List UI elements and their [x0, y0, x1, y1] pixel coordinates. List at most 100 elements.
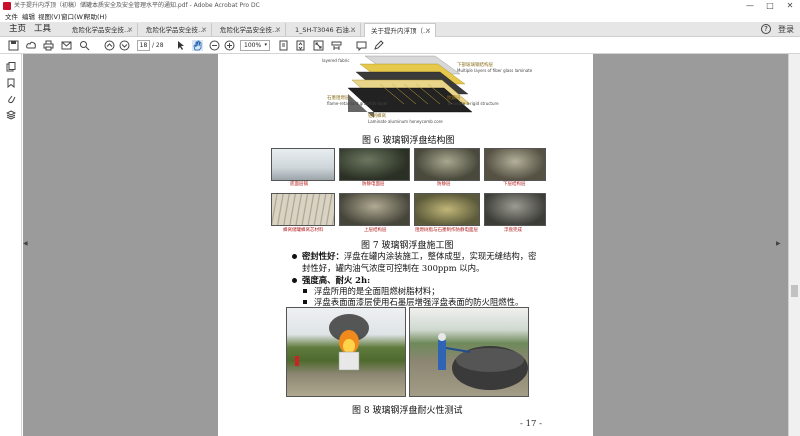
figure-8-caption: 图 8 玻璃钢浮盘耐火性测试	[352, 406, 463, 416]
construction-photo	[339, 193, 410, 226]
menu-window[interactable]: 窗口(W)	[61, 12, 86, 22]
tab-bar: 主页 工具 危险化学品安全技… ✕ 危险化学品安全技… ✕ 危险化学品安全技… ✕ 1…	[0, 22, 800, 37]
construction-photo	[484, 148, 546, 181]
structure-label: Multiple layers of fiber glass laminate	[457, 68, 533, 73]
navigation-panel	[0, 54, 22, 436]
bullet-text: 密封性好：浮盘在罐内涂装施工，整体成型，实现无缝结构，密	[302, 250, 537, 262]
tab-home[interactable]: 主页	[9, 22, 26, 37]
cloud-upload-icon[interactable]	[26, 40, 37, 51]
fire-test-illustration	[438, 333, 528, 390]
structure-label: To create a rigid structure	[447, 101, 499, 106]
doc-tab[interactable]: 危险化学品安全技… ✕	[66, 23, 138, 37]
doc-tab-label: 关于提升内浮顶（…	[371, 27, 430, 35]
toolbar: 18 / 28 100% ▾	[0, 37, 800, 54]
layers-icon[interactable]	[6, 110, 16, 120]
close-tab-icon[interactable]: ✕	[127, 23, 133, 37]
signin-link[interactable]: 登录	[778, 22, 794, 37]
photo-caption: 底面层铺	[290, 182, 308, 187]
menu-view[interactable]: 视图(V)	[38, 12, 61, 22]
page-number: - 17 -	[520, 419, 542, 429]
scroll-mode-icon[interactable]	[295, 40, 306, 51]
figure-6-caption: 图 6 玻璃钢浮盘结构图	[362, 136, 455, 146]
bullet-heading: 密封性好：	[302, 251, 344, 261]
vertical-scrollbar[interactable]	[788, 54, 800, 436]
zoom-out-icon[interactable]	[209, 40, 220, 51]
chevron-down-icon: ▾	[264, 42, 267, 48]
bullet-icon	[292, 278, 297, 283]
photo-caption: 阻燃树脂与石墨制作防静电面层	[415, 228, 478, 233]
structure-label: Laminate aluminum honeycomb core	[368, 119, 443, 124]
photo-caption: 下层结构层	[503, 182, 526, 187]
close-tab-icon[interactable]: ✕	[425, 24, 431, 37]
photo-caption: 防静层	[437, 182, 451, 187]
save-icon[interactable]	[8, 40, 19, 51]
page-count: / 28	[152, 42, 164, 49]
tab-tools[interactable]: 工具	[34, 22, 51, 37]
square-bullet-icon	[303, 289, 307, 293]
doc-tab[interactable]: 1_SH-T3046 石油… ✕	[289, 23, 361, 37]
bullet-icon	[292, 254, 297, 259]
construction-photo	[271, 148, 335, 181]
construction-photo	[339, 148, 410, 181]
doc-tab-label: 危险化学品安全技…	[146, 26, 205, 34]
close-window-button[interactable]: ✕	[780, 0, 800, 12]
menu-edit[interactable]: 编辑	[22, 12, 35, 22]
scrollbar-thumb[interactable]	[791, 285, 798, 297]
structure-label: layered fabric	[322, 58, 350, 63]
construction-photo	[484, 193, 546, 226]
menu-bar: 文件 编辑 视图(V) 窗口(W) 帮助(H)	[0, 12, 800, 22]
close-tab-icon[interactable]: ✕	[275, 23, 281, 37]
structure-label: flame-retardant graphite layer	[327, 101, 388, 106]
photo-caption: 蜂窝储罐蜂窝芯材料	[283, 228, 324, 233]
construction-photo	[271, 193, 335, 226]
zoom-select[interactable]: 100% ▾	[240, 40, 270, 51]
bullet-body: 浮盘在罐内涂装施工，整体成型，实现无缝结构，密	[343, 251, 537, 261]
construction-photo	[414, 148, 480, 181]
attachment-icon[interactable]	[6, 94, 16, 104]
collapse-left-icon[interactable]: ◀	[23, 240, 28, 247]
acrobat-icon	[3, 2, 11, 10]
doc-tab-label: 危险化学品安全技…	[72, 26, 131, 34]
zoom-value: 100%	[244, 42, 262, 49]
doc-tab[interactable]: 危险化学品安全技… ✕	[140, 23, 212, 37]
square-bullet-icon	[303, 300, 307, 304]
photo-caption: 浮盘完成	[504, 228, 522, 233]
construction-photo	[414, 193, 480, 226]
close-tab-icon[interactable]: ✕	[201, 23, 207, 37]
fire-test-photo	[409, 307, 529, 397]
window-title: 关于提升内浮顶（初稿）储罐本质安全及安全管理水平的通知.pdf - Adobe …	[14, 2, 260, 9]
pages-icon[interactable]	[6, 62, 16, 72]
search-icon[interactable]	[79, 40, 90, 51]
full-screen-icon[interactable]	[313, 40, 324, 51]
fit-page-icon[interactable]	[278, 40, 289, 51]
maximize-button[interactable]: □	[760, 0, 780, 12]
bullet-body-continued: 封性好，罐内油气浓度可控制在 300ppm 以内。	[302, 263, 485, 273]
bookmark-icon[interactable]	[6, 78, 16, 88]
photo-caption: 防静电面层	[362, 182, 385, 187]
comment-icon[interactable]	[356, 40, 367, 51]
doc-tab-active[interactable]: 关于提升内浮顶（… ✕	[364, 23, 436, 37]
help-icon[interactable]: ?	[761, 24, 771, 34]
print-icon[interactable]	[43, 40, 54, 51]
collapse-right-icon[interactable]: ▶	[776, 240, 781, 247]
fire-test-illustration	[295, 314, 369, 371]
fire-test-photo	[286, 307, 406, 397]
email-icon[interactable]	[61, 40, 72, 51]
doc-tab-label: 危险化学品安全技…	[220, 26, 279, 34]
pen-icon[interactable]	[373, 40, 384, 51]
close-tab-icon[interactable]: ✕	[350, 23, 356, 37]
photo-caption: 上层结构层	[364, 228, 387, 233]
minimize-button[interactable]: —	[740, 0, 760, 12]
read-mode-icon[interactable]	[331, 40, 342, 51]
select-cursor-icon[interactable]	[175, 40, 186, 51]
next-page-icon[interactable]	[119, 40, 130, 51]
zoom-in-icon[interactable]	[224, 40, 235, 51]
doc-tab-label: 1_SH-T3046 石油…	[295, 26, 356, 34]
page-number-input[interactable]: 18	[137, 40, 150, 51]
doc-tab[interactable]: 危险化学品安全技… ✕	[214, 23, 286, 37]
title-bar: 关于提升内浮顶（初稿）储罐本质安全及安全管理水平的通知.pdf - Adobe …	[0, 0, 800, 12]
menu-file[interactable]: 文件	[5, 12, 18, 22]
hand-tool-icon[interactable]	[192, 40, 203, 51]
prev-page-icon[interactable]	[104, 40, 115, 51]
menu-help[interactable]: 帮助(H)	[84, 12, 107, 22]
